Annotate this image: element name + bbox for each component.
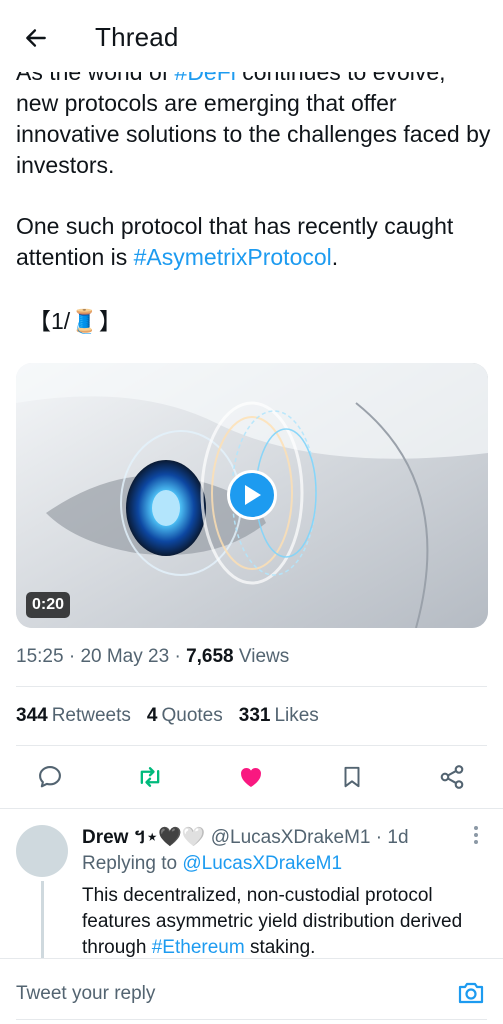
replying-to: Replying to @LucasXDrakeM1 bbox=[82, 853, 342, 875]
reply-composer: Tweet your reply bbox=[0, 958, 503, 1024]
tweet-meta: 15:25 · 20 May 23 · 7,658 Views bbox=[16, 646, 290, 667]
bookmark-button[interactable] bbox=[337, 762, 367, 792]
reply-tweet[interactable]: Drew ។⋆🖤🤍 @LucasXDrakeM1 · 1d Replying t… bbox=[0, 815, 503, 971]
more-dot bbox=[474, 826, 478, 830]
bookmark-icon bbox=[344, 766, 360, 788]
retweets-label: Retweets bbox=[51, 705, 131, 726]
more-dot bbox=[474, 840, 478, 844]
reply-time: 1d bbox=[387, 827, 409, 848]
reply-input[interactable]: Tweet your reply bbox=[16, 983, 155, 1005]
avatar[interactable] bbox=[16, 825, 68, 877]
reply-header: Drew ។⋆🖤🤍 @LucasXDrakeM1 · 1d bbox=[82, 827, 409, 848]
tweet-paragraph-2: One such protocol that has recently caug… bbox=[16, 211, 491, 273]
page-title: Thread bbox=[95, 22, 179, 52]
divider bbox=[0, 808, 503, 809]
quotes-count: 4 bbox=[146, 705, 158, 726]
share-icon bbox=[440, 765, 464, 789]
hashtag-asymetrix-link[interactable]: #AsymetrixProtocol bbox=[134, 244, 332, 270]
share-button[interactable] bbox=[437, 762, 467, 792]
views-label[interactable]: Views bbox=[239, 646, 289, 667]
camera-icon bbox=[458, 982, 484, 1004]
likes-count: 331 bbox=[238, 705, 271, 726]
play-icon bbox=[245, 485, 261, 505]
replying-to-mention[interactable]: @LucasXDrakeM1 bbox=[182, 853, 342, 874]
retweets-stat[interactable]: 344 Retweets bbox=[16, 705, 131, 727]
quotes-stat[interactable]: 4 Quotes bbox=[147, 705, 223, 727]
more-options-button[interactable] bbox=[468, 823, 484, 847]
comment-icon bbox=[39, 766, 61, 788]
divider bbox=[16, 745, 487, 746]
more-dot bbox=[474, 833, 478, 837]
retweets-count: 344 bbox=[16, 705, 48, 726]
tweet-time: 15:25 bbox=[16, 646, 64, 667]
top-bar: Thread bbox=[0, 0, 503, 72]
like-button[interactable] bbox=[236, 762, 266, 792]
divider bbox=[16, 686, 487, 687]
thread-counter: 【1/🧵】 bbox=[28, 308, 122, 334]
play-button[interactable] bbox=[227, 470, 277, 520]
reply-button[interactable] bbox=[35, 762, 65, 792]
add-photo-button[interactable] bbox=[457, 980, 485, 1006]
tweet-paragraph-1: As the world of #DeFi continues to evolv… bbox=[16, 57, 491, 181]
retweet-icon bbox=[140, 767, 160, 787]
tweet-date: 20 May 23 bbox=[80, 646, 170, 667]
tweet-stats: 344 Retweets 4 Quotes 331 Likes bbox=[16, 705, 319, 727]
video-duration-badge: 0:20 bbox=[26, 592, 71, 618]
hashtag-ethereum-link[interactable]: #Ethereum bbox=[152, 937, 245, 958]
reply-author-emoji: ។⋆🖤🤍 bbox=[133, 827, 206, 848]
retweet-button[interactable] bbox=[135, 762, 165, 792]
reply-text-segment: staking. bbox=[244, 937, 316, 958]
likes-stat[interactable]: 331 Likes bbox=[239, 705, 319, 727]
likes-label: Likes bbox=[274, 705, 319, 726]
tweet-actions bbox=[0, 752, 503, 800]
back-button[interactable] bbox=[18, 20, 54, 56]
quotes-label: Quotes bbox=[161, 705, 223, 726]
views-count[interactable]: 7,658 bbox=[186, 646, 234, 667]
reply-handle[interactable]: @LucasXDrakeM1 bbox=[211, 827, 371, 848]
heart-icon bbox=[241, 767, 261, 787]
replying-to-label: Replying to bbox=[82, 853, 178, 874]
reply-author-name[interactable]: Drew bbox=[82, 827, 128, 848]
composer-underline bbox=[16, 1019, 487, 1020]
tweet-text-segment: . bbox=[331, 244, 339, 270]
arrow-left-icon bbox=[26, 29, 46, 47]
reply-text: This decentralized, non-custodial protoc… bbox=[82, 883, 482, 961]
